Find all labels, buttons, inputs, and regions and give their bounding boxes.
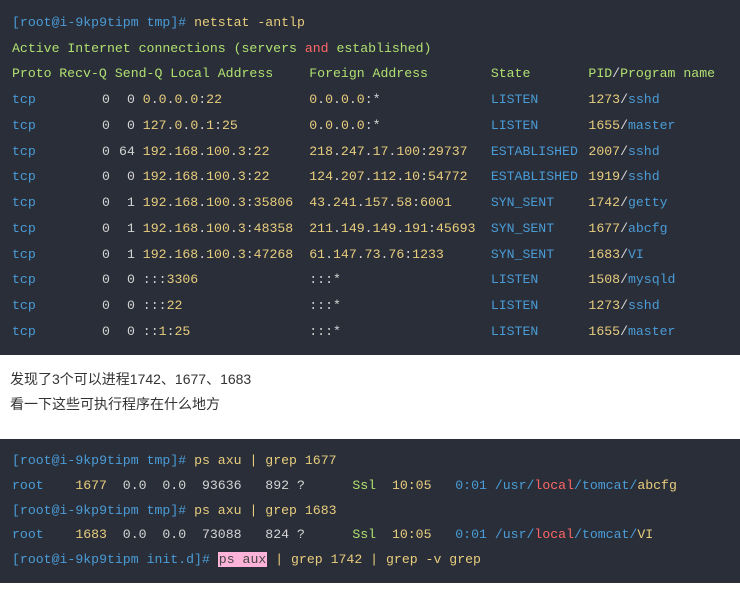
netstat-table: Proto Recv-Q Send-Q Local Address Foreig… [12,61,728,344]
netstat-row: tcp00 0.0.0.0:220.0.0.0:*LISTEN1273/sshd [12,87,728,113]
commentary-section: 发现了3个可以进程1742、1677、1683 看一下这些可执行程序在什么地方 [0,355,740,427]
terminal-bottom: [root@i-9kp9tipm tmp]# ps axu | grep 167… [0,439,740,583]
netstat-row: tcp00 127.0.0.1:250.0.0.0:*LISTEN1655/ma… [12,113,728,139]
netstat-row: tcp01 192.168.100.3:3580643.241.157.58:6… [12,190,728,216]
netstat-row: tcp00 ::1:25:::*LISTEN1655/master [12,319,728,345]
prompt-line-1: [root@i-9kp9tipm tmp]# netstat -antlp [12,10,728,36]
note-line-2: 看一下这些可执行程序在什么地方 [10,392,730,417]
netstat-row: tcp064 192.168.100.3:22218.247.17.100:29… [12,139,728,165]
netstat-row: tcp01 192.168.100.3:4726861.147.73.76:12… [12,242,728,268]
ps-row-1677: root 1677 0.0 0.0 93636 892 ? Ssl 10:05 … [12,474,728,499]
netstat-row: tcp01 192.168.100.3:48358211.149.149.191… [12,216,728,242]
netstat-header-row: Proto Recv-Q Send-Q Local Address Foreig… [12,61,728,87]
netstat-row: tcp00 192.168.100.3:22124.207.112.10:547… [12,164,728,190]
terminal-top: [root@i-9kp9tipm tmp]# netstat -antlp Ac… [0,0,740,355]
prompt-line-ps3: [root@i-9kp9tipm init.d]# ps aux | grep … [12,548,728,573]
netstat-row: tcp00 :::22:::*LISTEN1273/sshd [12,293,728,319]
highlighted-command: ps aux [218,552,267,567]
command-netstat: netstat -antlp [194,15,305,30]
note-line-1: 发现了3个可以进程1742、1677、1683 [10,367,730,392]
header-active: Active Internet connections (servers and… [12,36,728,62]
ps-row-1683: root 1683 0.0 0.0 73088 824 ? Ssl 10:05 … [12,523,728,548]
prompt-line-ps2: [root@i-9kp9tipm tmp]# ps axu | grep 168… [12,499,728,524]
prompt-line-ps1: [root@i-9kp9tipm tmp]# ps axu | grep 167… [12,449,728,474]
netstat-row: tcp00 :::3306:::*LISTEN1508/mysqld [12,267,728,293]
